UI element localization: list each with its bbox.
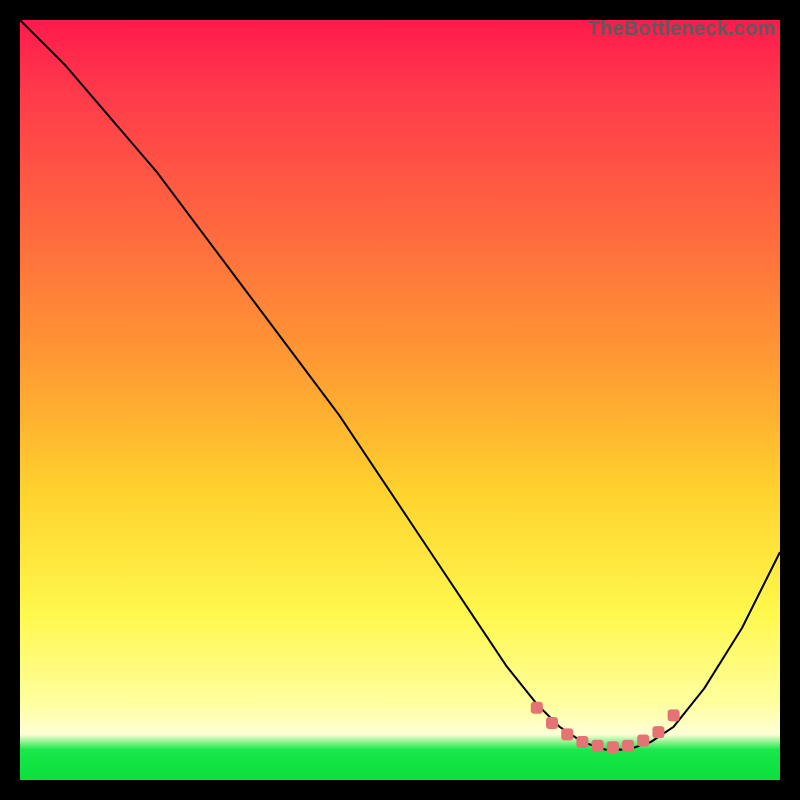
flat-dot [561,728,573,740]
flat-dot [592,740,604,752]
flat-dot [576,736,588,748]
watermark-text: TheBottleneck.com [588,18,776,41]
flat-dot [652,726,664,738]
bottleneck-curve-path [20,20,780,750]
flat-dot [531,702,543,714]
flat-dot [546,717,558,729]
chart-flat-dots [531,702,680,754]
flat-dot [622,740,634,752]
flat-dot [637,735,649,747]
chart-svg [20,20,780,780]
flat-dot [668,709,680,721]
chart-curve [20,20,780,750]
flat-dot [607,741,619,753]
chart-frame: TheBottleneck.com [20,20,780,780]
